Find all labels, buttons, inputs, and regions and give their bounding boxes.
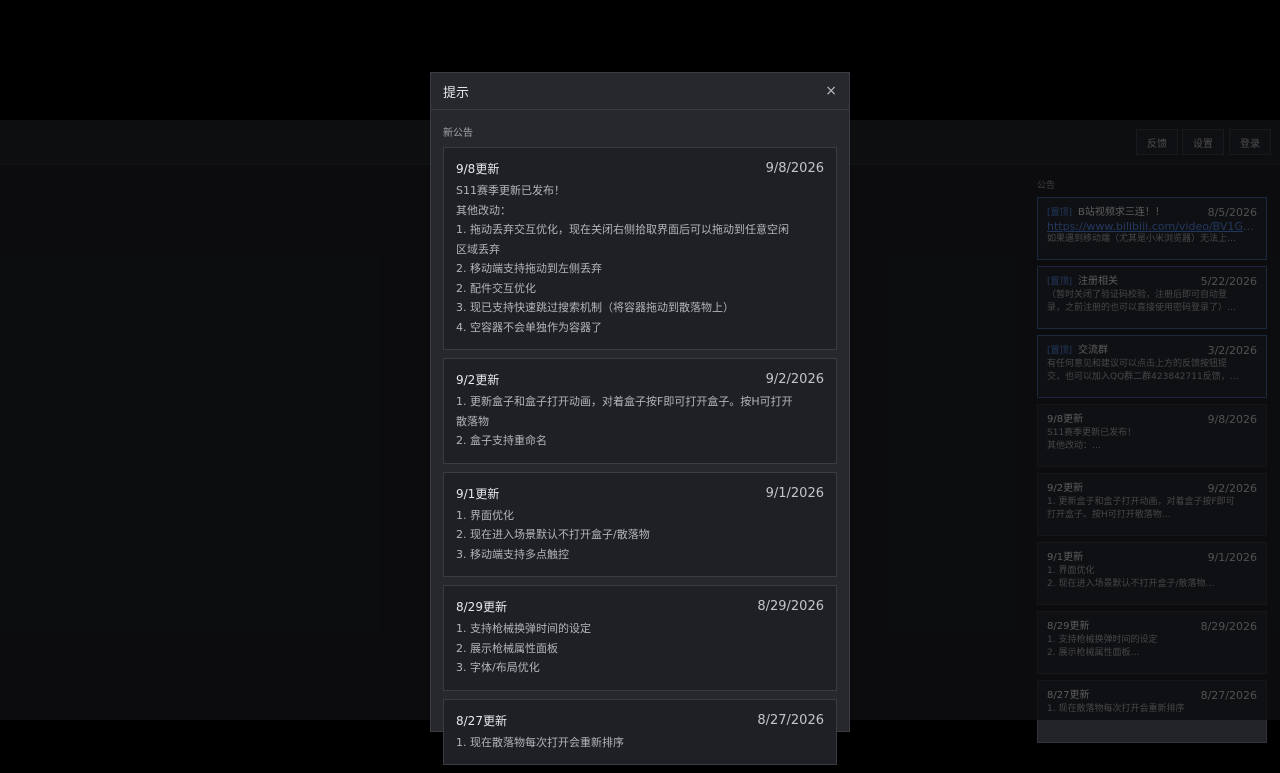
note-line: 2. 移动端支持拖动到左侧丢弃 [456,262,602,275]
note-line: 2. 现在进入场景默认不打开盒子/散落物 [456,528,650,541]
dialog-title: 提示 [443,85,470,101]
note-line: 3. 字体/布局优化 [456,661,540,674]
note-line: 1. 现在散落物每次打开会重新排序 [456,735,624,749]
notice-dialog: 提示 × 新公告 9/8更新 9/8/2026 S11赛季更新已发布！ 其他改动： 1.… [430,72,850,765]
update-notes-list: 9/8更新 9/8/2026 S11赛季更新已发布！ 其他改动： 1. 拖动丢弃交互优化… [443,147,837,773]
note-line: 2. 配件交互优化 [456,281,536,295]
note-date: 9/1/2026 [765,485,824,501]
note-date: 8/29/2026 [757,599,824,614]
note-header: 9/8更新 9/8/2026 [456,160,824,177]
note-line: 3. 现已支持快速跳过搜索机制（将容器拖动到散落物上） [456,301,734,314]
dialog-header: 提示 × [431,73,849,110]
note-title: 9/1更新 [456,486,500,501]
note-title: 8/29更新 [456,600,507,614]
note-line: 1. 界面优化 [456,508,514,522]
update-note: 9/2更新 9/2/2026 1. 更新盒子和盒子打开动画，对着盒子按F即可打开盒子… [443,358,837,464]
note-line: 3. 移动端支持多点触控 [456,547,569,561]
note-title: 9/8更新 [456,162,500,176]
close-icon[interactable]: × [825,83,837,99]
update-note: 8/29更新 8/29/2026 1. 支持枪械换弹时间的设定 2. 展示枪械属性面板… [443,585,837,691]
note-line: 2. 盒子支持重命名 [456,434,547,447]
note-line: 2. 展示枪械属性面板 [456,641,558,655]
note-date: 8/27/2026 [757,712,824,728]
note-header: 9/1更新 9/1/2026 [456,485,824,502]
app-root: 反馈 设置 登录 公告 [置顶]B站视频求三连！！8/5/2026https:/… [0,0,1280,765]
note-line: 1. 更新盒子和盒子打开动画，对着盒子按F即可打开盒子。按H可打开 [456,395,793,408]
note-header: 8/29更新 8/29/2026 [456,598,824,615]
note-date: 9/2/2026 [765,372,824,387]
note-line: S11赛季更新已发布！ [456,184,565,197]
note-date: 9/8/2026 [765,161,824,176]
note-title: 8/27更新 [456,713,507,728]
note-line: 1. 拖动丢弃交互优化，现在关闭右侧拾取界面后可以拖动到任意空闲 [456,223,789,236]
note-header: 8/27更新 8/27/2026 [456,712,824,729]
update-note: 9/8更新 9/8/2026 S11赛季更新已发布！ 其他改动： 1. 拖动丢弃交互优化… [443,147,837,350]
note-line: 散落物 [456,414,489,428]
note-header: 9/2更新 9/2/2026 [456,371,824,388]
update-note: 8/27更新 8/27/2026 1. 现在散落物每次打开会重新排序 [443,698,837,765]
new-announcement-label: 新公告 [443,128,473,139]
update-note: 9/1更新 9/1/2026 1. 界面优化 2. 现在进入场景默认不打开盒子/散落物… [443,471,837,577]
note-line: 其他改动： [456,203,511,217]
note-title: 9/2更新 [456,373,500,387]
note-line: 1. 支持枪械换弹时间的设定 [456,622,591,635]
note-line: 4. 空容器不会单独作为容器了 [456,320,602,334]
note-line: 区域丢弃 [456,242,500,256]
